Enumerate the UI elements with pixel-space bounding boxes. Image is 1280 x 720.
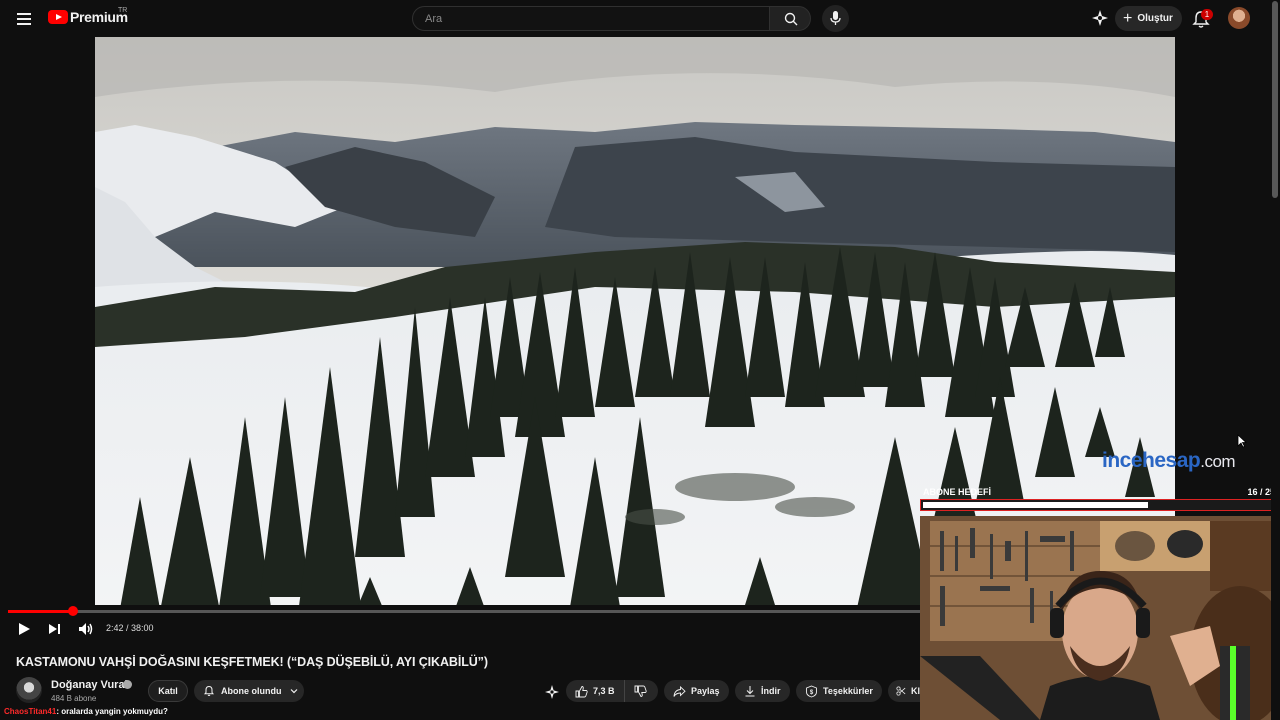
volume-icon[interactable] xyxy=(76,619,96,639)
mouse-cursor-icon xyxy=(1237,434,1247,448)
share-label: Paylaş xyxy=(691,686,720,696)
gemini-sparkle-icon[interactable] xyxy=(1090,8,1110,28)
thanks-label: Teşekkürler xyxy=(823,686,873,696)
chat-message-text: : oralarda yangin yokmuydu? xyxy=(56,707,168,716)
dislike-button[interactable] xyxy=(624,680,658,702)
progress-bar[interactable] xyxy=(8,606,920,616)
verified-badge-icon xyxy=(123,680,132,689)
sponsor-watermark: incehesap.com xyxy=(1102,449,1236,473)
next-icon[interactable] xyxy=(45,619,65,639)
progress-played xyxy=(8,610,73,613)
account-avatar[interactable] xyxy=(1228,7,1250,29)
create-button[interactable]: + Oluştur xyxy=(1115,6,1182,31)
svg-text:$: $ xyxy=(810,690,814,696)
join-button[interactable]: Katıl xyxy=(148,680,188,702)
progress-scrubber[interactable] xyxy=(68,606,78,616)
microphone-icon xyxy=(830,11,841,25)
search-input[interactable] xyxy=(412,6,770,31)
thumbs-up-icon xyxy=(575,685,588,697)
webcam-image xyxy=(920,516,1280,720)
play-icon[interactable] xyxy=(14,619,34,639)
video-title: KASTAMONU VAHŞİ DOĞASINI KEŞFETMEK! (“DA… xyxy=(16,655,488,669)
thanks-button[interactable]: $ Teşekkürler xyxy=(796,680,882,702)
streamer-webcam xyxy=(920,516,1280,720)
search-button[interactable] xyxy=(769,6,811,31)
subscriber-goal-bar xyxy=(920,499,1278,511)
scissors-icon xyxy=(896,686,906,696)
share-icon xyxy=(673,685,686,697)
top-bar: Premium TR + Oluştur 1 xyxy=(0,0,1280,37)
youtube-premium-logo[interactable]: Premium TR xyxy=(48,7,128,25)
search-icon xyxy=(784,12,798,26)
thanks-dollar-icon: $ xyxy=(806,685,817,697)
subscriber-goal-count: 16 / 25 xyxy=(1247,487,1275,497)
logo-country-code: TR xyxy=(118,7,128,14)
ask-sparkle-icon[interactable] xyxy=(544,684,560,700)
subscribed-button[interactable]: Abone olundu xyxy=(194,680,304,702)
channel-avatar[interactable] xyxy=(16,677,42,703)
download-label: İndir xyxy=(761,686,781,696)
like-count: 7,3 B xyxy=(593,686,615,696)
plus-icon: + xyxy=(1123,9,1133,27)
subscriber-count: 484 B abone xyxy=(51,694,97,703)
notification-badge: 1 xyxy=(1201,9,1213,20)
subscriber-goal-fill xyxy=(923,502,1148,508)
share-button[interactable]: Paylaş xyxy=(664,680,729,702)
thumbs-down-icon xyxy=(634,685,647,697)
watermark-main: incehesap xyxy=(1102,449,1201,472)
subscribed-label: Abone olundu xyxy=(221,686,282,696)
like-button[interactable]: 7,3 B xyxy=(566,680,624,702)
page-scrollbar[interactable] xyxy=(1271,0,1280,720)
youtube-logo-icon xyxy=(48,10,68,24)
chevron-down-icon xyxy=(290,689,297,694)
bell-icon xyxy=(203,685,215,696)
watermark-suffix: .com xyxy=(1200,452,1236,471)
scrollbar-thumb[interactable] xyxy=(1272,1,1278,198)
time-display: 2:42 / 38:00 xyxy=(106,623,154,633)
menu-icon[interactable] xyxy=(12,8,36,30)
channel-name[interactable]: Doğanay Vural xyxy=(51,679,128,691)
stream-chat-message: ChaosTitan41: oralarda yangin yokmuydu? xyxy=(4,707,168,716)
clip-label: Kl xyxy=(911,686,920,696)
create-label: Oluştur xyxy=(1137,13,1173,24)
download-icon xyxy=(745,686,755,697)
chat-username: ChaosTitan41 xyxy=(4,707,57,716)
subscriber-goal-label: ABONE HEDEFİ xyxy=(923,487,992,497)
download-button[interactable]: İndir xyxy=(735,680,790,702)
clip-button[interactable]: Kl xyxy=(888,680,920,702)
voice-search-button[interactable] xyxy=(822,5,849,32)
